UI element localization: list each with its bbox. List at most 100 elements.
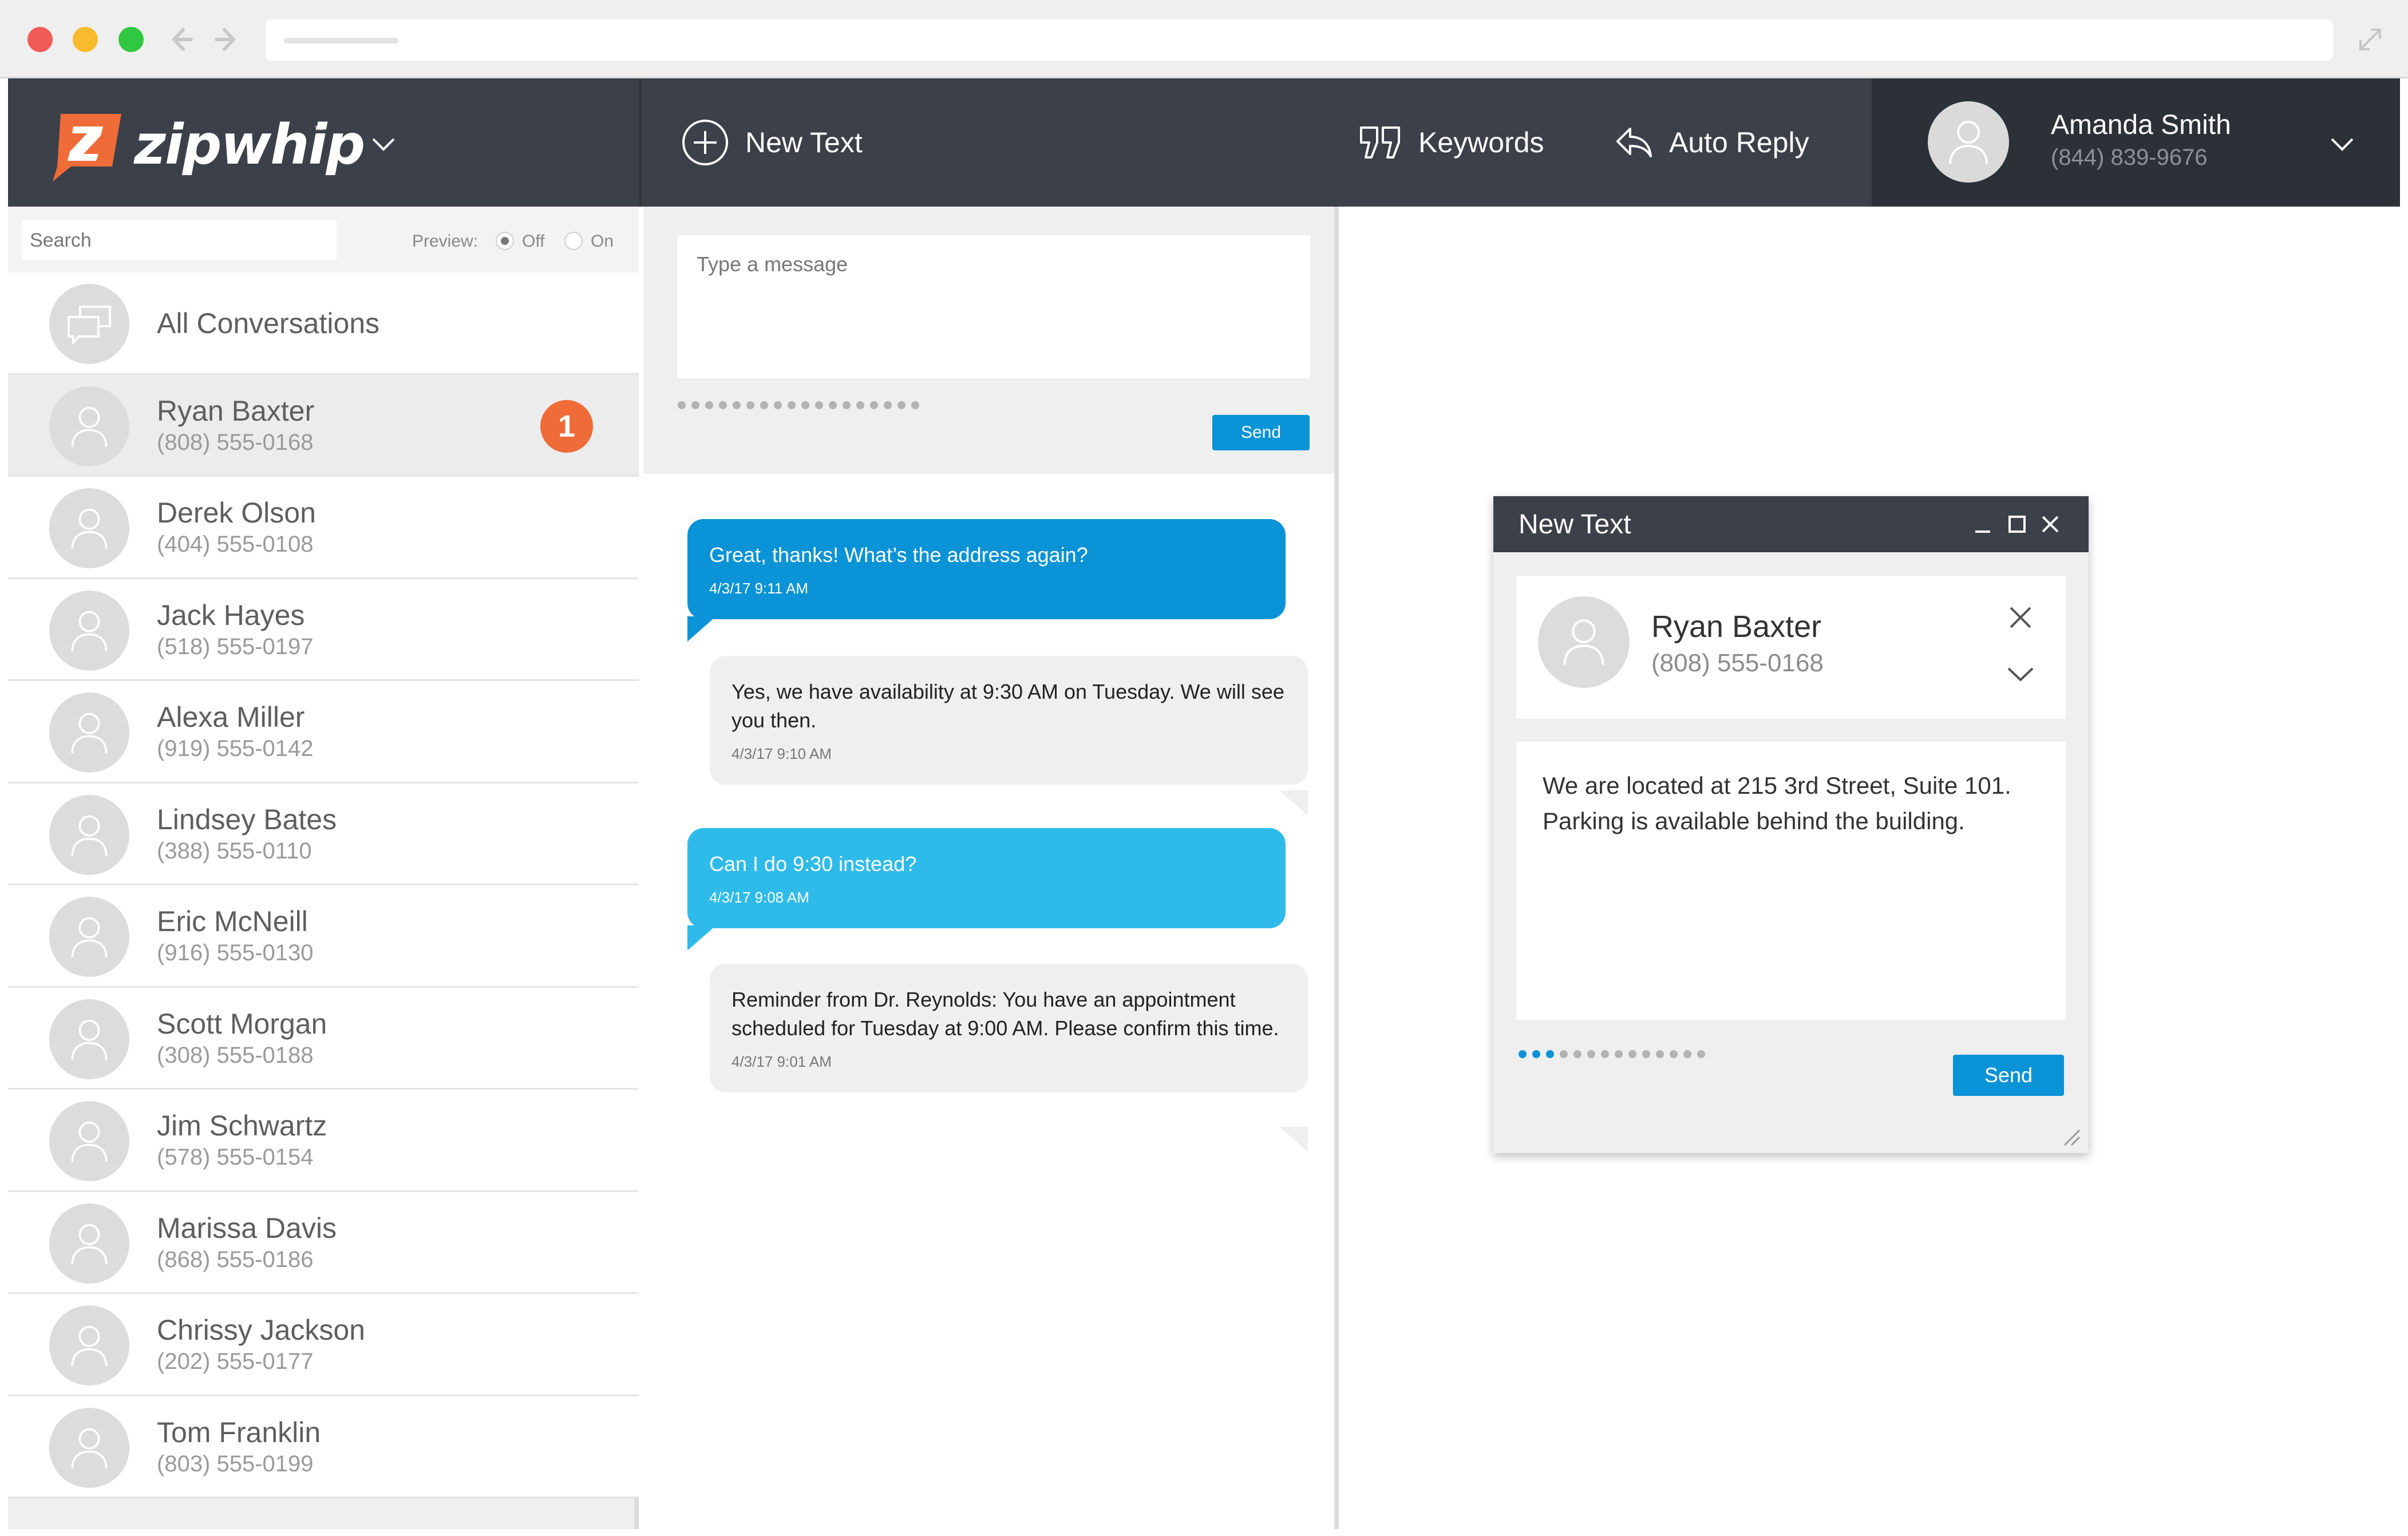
message-timestamp: 4/3/17 9:11 AM bbox=[709, 580, 808, 597]
chat-bubbles-icon bbox=[68, 306, 111, 345]
conversation-item[interactable]: Chrissy Jackson (202) 555-0177 bbox=[8, 1294, 639, 1396]
conversation-item[interactable]: Eric McNeill (916) 555-0130 bbox=[8, 885, 639, 988]
conversation-item[interactable]: Lindsey Bates (388) 555-0110 bbox=[8, 783, 639, 885]
avatar bbox=[49, 590, 129, 671]
minimize-window-button[interactable] bbox=[73, 27, 98, 52]
message-timestamp: 4/3/17 9:01 AM bbox=[732, 1053, 832, 1070]
user-icon bbox=[71, 1019, 108, 1060]
app-header: zipwhip ™ New Text Keywords Auto Reply A… bbox=[8, 78, 2400, 207]
contact-name: Jim Schwartz bbox=[157, 1110, 327, 1142]
avatar bbox=[49, 794, 129, 875]
contact-name: Jack Hayes bbox=[157, 599, 305, 631]
contact-name: Scott Morgan bbox=[157, 1007, 327, 1040]
fullscreen-icon[interactable] bbox=[2356, 25, 2385, 54]
contact-name: Eric McNeill bbox=[157, 905, 308, 937]
contact-name: Alexa Miller bbox=[157, 701, 305, 733]
logo-trademark: ™ bbox=[314, 124, 324, 136]
plus-circle-icon bbox=[682, 120, 728, 165]
conversation-item[interactable]: Jack Hayes (518) 555-0197 bbox=[8, 579, 639, 681]
conversation-item[interactable]: Derek Olson (404) 555-0108 bbox=[8, 477, 639, 579]
resize-grip-icon[interactable] bbox=[2060, 1126, 2081, 1146]
incoming-message: Yes, we have availability at 9:30 AM on … bbox=[710, 656, 1308, 785]
conversation-item[interactable]: Scott Morgan (308) 555-0188 bbox=[8, 987, 639, 1090]
message-tail bbox=[1279, 790, 1308, 815]
preview-on-label: On bbox=[591, 232, 614, 251]
avatar bbox=[49, 1407, 129, 1488]
message-timestamp: 4/3/17 9:08 AM bbox=[709, 889, 809, 906]
contact-phone: (916) 555-0130 bbox=[157, 940, 314, 965]
user-menu[interactable]: Amanda Smith (844) 839-9676 bbox=[1872, 78, 2400, 207]
contact-phone: (803) 555-0199 bbox=[157, 1451, 314, 1476]
message-text: Reminder from Dr. Reynolds: You have an … bbox=[732, 988, 1279, 1040]
app-window: zipwhip ™ New Text Keywords Auto Reply A… bbox=[0, 0, 2408, 1536]
new-text-button[interactable]: New Text bbox=[681, 78, 863, 207]
message-tail bbox=[1279, 1127, 1308, 1152]
new-text-popup: New Text Ryan Baxter (808) 555-0168 We a… bbox=[1493, 496, 2089, 1153]
unread-badge: 1 bbox=[540, 399, 593, 453]
message-input[interactable] bbox=[677, 235, 1310, 378]
avatar bbox=[49, 692, 129, 773]
conversation-thread: Send Great, thanks! What’s the address a… bbox=[643, 207, 1339, 1529]
user-icon bbox=[71, 508, 108, 549]
avatar bbox=[49, 488, 129, 568]
avatar bbox=[1928, 101, 2009, 183]
keywords-label: Keywords bbox=[1418, 126, 1544, 159]
character-counter-dots bbox=[678, 401, 919, 409]
contact-phone: (404) 555-0108 bbox=[157, 532, 314, 557]
auto-reply-button[interactable]: Auto Reply bbox=[1615, 78, 1809, 207]
message-text: Great, thanks! What’s the address again? bbox=[709, 543, 1088, 567]
all-conversations-item[interactable]: All Conversations bbox=[8, 272, 639, 375]
composer: Send bbox=[643, 207, 1334, 474]
new-text-label: New Text bbox=[745, 126, 863, 159]
popup-send-button[interactable]: Send bbox=[1953, 1055, 2064, 1096]
popup-titlebar: New Text bbox=[1493, 496, 2089, 552]
auto-reply-label: Auto Reply bbox=[1669, 126, 1809, 159]
logo-area: zipwhip ™ bbox=[8, 78, 641, 207]
avatar bbox=[49, 386, 129, 466]
preview-off-radio[interactable] bbox=[496, 232, 514, 250]
zipwhip-logo-icon bbox=[53, 114, 121, 181]
conversation-item[interactable]: Jim Schwartz (578) 555-0154 bbox=[8, 1090, 639, 1192]
chevron-down-icon[interactable] bbox=[371, 137, 396, 153]
preview-off-label: Off bbox=[522, 232, 545, 251]
back-arrow-icon[interactable] bbox=[166, 25, 195, 54]
conversation-item[interactable]: Ryan Baxter (808) 555-0168 1 bbox=[8, 374, 639, 477]
user-icon bbox=[1949, 121, 1988, 165]
user-icon bbox=[71, 1121, 108, 1162]
recipient-card: Ryan Baxter (808) 555-0168 bbox=[1516, 576, 2066, 719]
close-icon[interactable] bbox=[2039, 513, 2061, 535]
chevron-down-icon[interactable] bbox=[2006, 665, 2035, 683]
popup-message-text[interactable]: We are located at 215 3rd Street, Suite … bbox=[1516, 742, 2066, 1020]
search-row: Preview: Off On bbox=[8, 207, 639, 272]
user-icon bbox=[71, 1428, 108, 1468]
search-input[interactable] bbox=[22, 220, 337, 260]
conversation-item[interactable]: Marissa Davis (868) 555-0186 bbox=[8, 1191, 639, 1294]
avatar bbox=[49, 1305, 129, 1385]
conversation-item[interactable]: Alexa Miller (919) 555-0142 bbox=[8, 681, 639, 783]
right-pane: New Text Ryan Baxter (808) 555-0168 We a… bbox=[1343, 207, 2400, 1529]
contact-phone: (578) 555-0154 bbox=[157, 1145, 314, 1170]
avatar bbox=[49, 999, 129, 1079]
maximize-icon[interactable] bbox=[2006, 513, 2028, 535]
close-window-button[interactable] bbox=[27, 27, 53, 52]
remove-recipient-icon[interactable] bbox=[2007, 604, 2034, 631]
minimize-icon[interactable] bbox=[1972, 513, 1994, 535]
contact-phone: (388) 555-0110 bbox=[157, 838, 312, 864]
chevron-down-icon[interactable] bbox=[2330, 137, 2355, 153]
forward-arrow-icon[interactable] bbox=[213, 25, 242, 54]
address-bar[interactable] bbox=[266, 19, 2333, 61]
send-button[interactable]: Send bbox=[1212, 415, 1310, 450]
all-conversations-avatar bbox=[49, 284, 129, 364]
message-text: Can I do 9:30 instead? bbox=[709, 852, 917, 876]
conversation-list: All Conversations Ryan Baxter (808) 555-… bbox=[8, 272, 639, 1498]
conversation-item[interactable]: Tom Franklin (803) 555-0199 bbox=[8, 1396, 639, 1498]
keywords-button[interactable]: Keywords bbox=[1359, 78, 1544, 207]
user-icon bbox=[71, 1224, 108, 1264]
conversation-sidebar: Preview: Off On All Conversations Ryan B… bbox=[8, 207, 639, 1529]
user-icon bbox=[71, 815, 108, 856]
message-tail bbox=[687, 616, 716, 642]
user-phone: (844) 839-9676 bbox=[2051, 145, 2208, 170]
maximize-window-button[interactable] bbox=[118, 27, 144, 52]
preview-on-radio[interactable] bbox=[564, 232, 583, 250]
contact-phone: (518) 555-0197 bbox=[157, 634, 314, 659]
